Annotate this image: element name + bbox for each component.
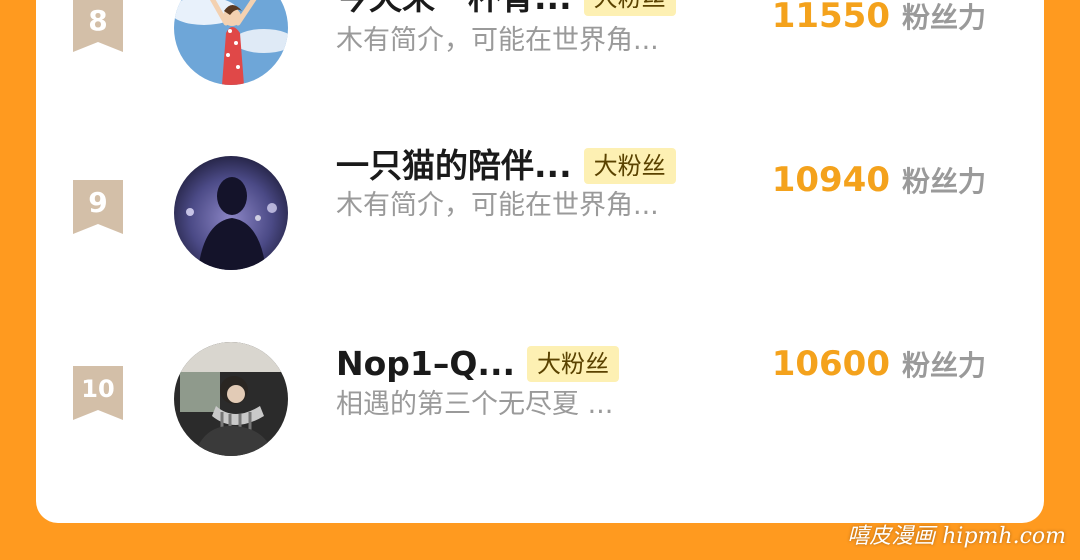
fan-power-unit: 粉丝力 bbox=[901, 1, 986, 34]
fan-row[interactable]: 8 今天来一杯青... 大粉丝 bbox=[36, 0, 1044, 118]
rank-number: 10 bbox=[81, 375, 115, 403]
rank-number: 9 bbox=[88, 186, 108, 219]
user-avatar[interactable] bbox=[174, 342, 288, 456]
fan-row[interactable]: 9 一只猫的陪伴... 大粉丝 木有简介，可能在世界角... 10940 粉丝力 bbox=[36, 146, 1044, 300]
user-bio: 木有简介，可能在世界角... bbox=[336, 25, 659, 56]
user-avatar[interactable] bbox=[174, 0, 288, 85]
user-name[interactable]: 一只猫的陪伴... bbox=[336, 144, 572, 188]
fan-ranking-card: 8 今天来一杯青... 大粉丝 bbox=[36, 0, 1044, 523]
rank-badge: 8 bbox=[73, 0, 123, 52]
site-watermark: 嘻皮漫画 hipmh.com bbox=[847, 524, 1066, 549]
rank-number: 8 bbox=[88, 4, 108, 37]
rank-badge: 10 bbox=[73, 366, 123, 420]
rank-badge: 9 bbox=[73, 180, 123, 234]
fan-power-value: 10940 bbox=[771, 160, 890, 200]
user-bio: 木有简介，可能在世界角... bbox=[336, 190, 659, 221]
fan-power-value: 10600 bbox=[771, 344, 890, 384]
fan-level-tag: 大粉丝 bbox=[583, 0, 676, 16]
fan-level-tag: 大粉丝 bbox=[583, 148, 676, 184]
name-line: 今天来一杯青... 大粉丝 bbox=[336, 0, 676, 20]
name-line: Nop1–Q... 大粉丝 bbox=[336, 342, 620, 386]
user-name[interactable]: 今天来一杯青... bbox=[336, 0, 572, 20]
user-avatar[interactable] bbox=[174, 156, 288, 270]
fan-level-tag: 大粉丝 bbox=[527, 346, 620, 382]
name-line: 一只猫的陪伴... 大粉丝 bbox=[336, 144, 676, 188]
fan-power-unit: 粉丝力 bbox=[901, 349, 986, 382]
fan-power-score: 11550 粉丝力 bbox=[772, 0, 986, 36]
user-bio: 相遇的第三个无尽夏 ... bbox=[336, 389, 614, 420]
fan-power-value: 11550 bbox=[771, 0, 890, 36]
fan-row[interactable]: 10 Nop1–Q... 大粉丝 相遇的第三个无尽夏 ... 10600 粉丝力 bbox=[36, 342, 1044, 484]
screen-frame: 8 今天来一杯青... 大粉丝 bbox=[0, 0, 1080, 560]
user-name[interactable]: Nop1–Q... bbox=[336, 342, 515, 386]
fan-power-score: 10600 粉丝力 bbox=[772, 344, 986, 384]
fan-power-score: 10940 粉丝力 bbox=[772, 160, 986, 200]
fan-power-unit: 粉丝力 bbox=[901, 165, 986, 198]
